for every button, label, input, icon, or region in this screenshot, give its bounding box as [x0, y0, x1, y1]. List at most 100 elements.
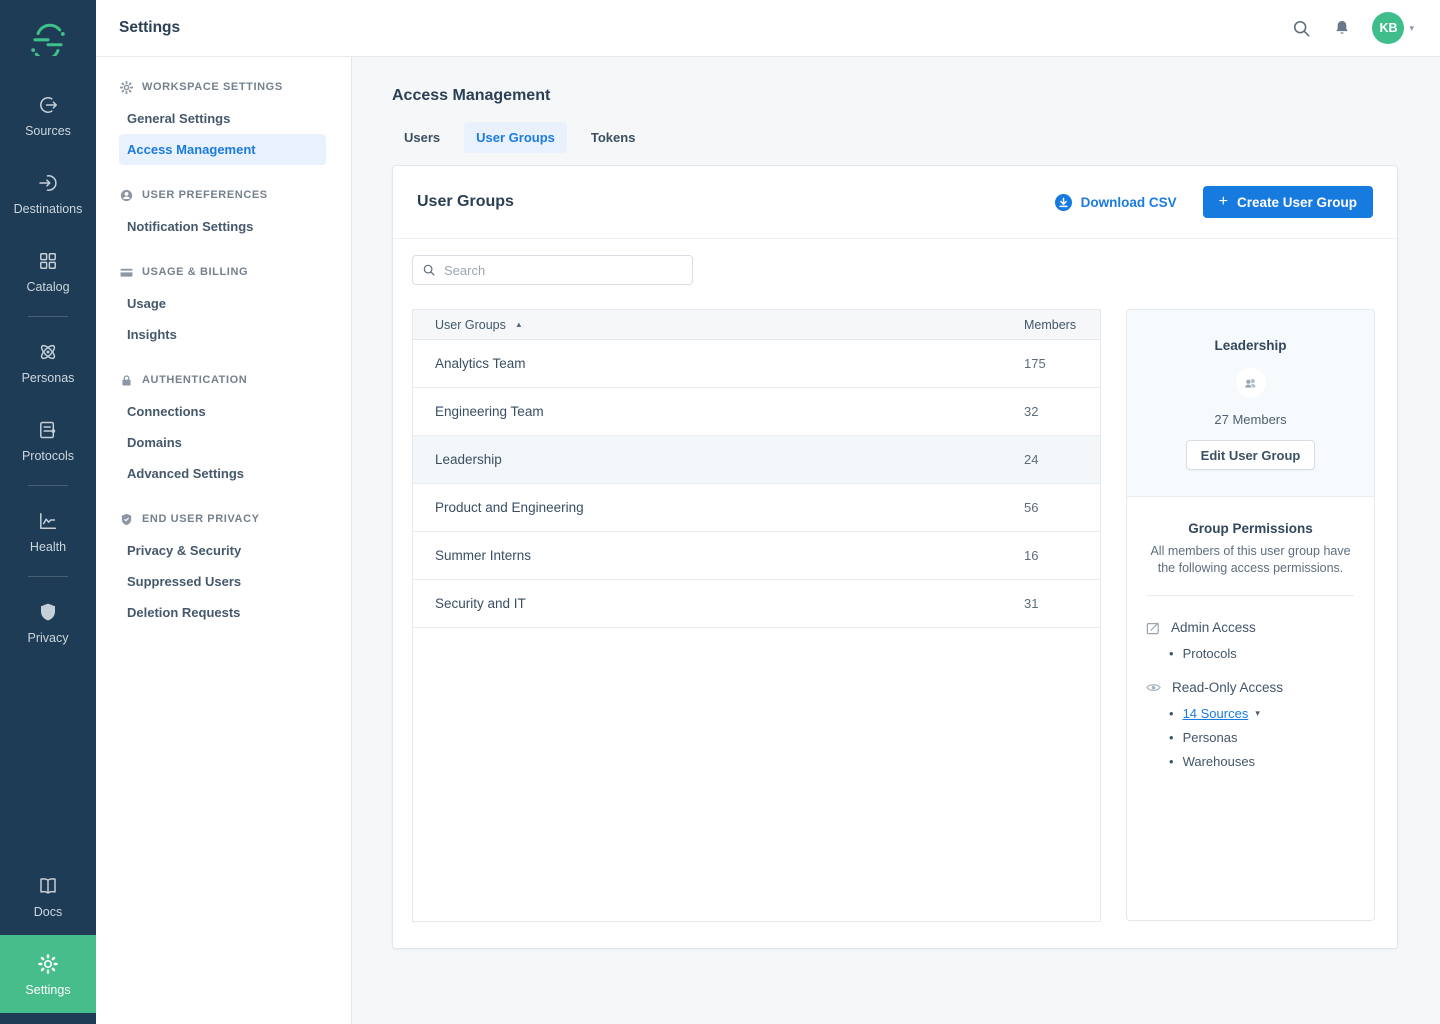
- card-title: User Groups: [417, 193, 514, 211]
- group-member-count: 27 Members: [1143, 412, 1358, 427]
- table-header: User Groups ▲ Members: [413, 310, 1100, 340]
- sidebar-item-personas[interactable]: Personas: [0, 323, 96, 401]
- group-members-icon: [1241, 374, 1260, 393]
- sources-icon: [36, 93, 60, 117]
- create-user-group-button[interactable]: + Create User Group: [1203, 186, 1373, 218]
- account-menu[interactable]: KB ▾: [1372, 12, 1414, 44]
- access-management-tabs: Users User Groups Tokens: [392, 122, 1398, 153]
- table-row[interactable]: Summer Interns 16: [413, 532, 1100, 580]
- table-row[interactable]: Product and Engineering 56: [413, 484, 1100, 532]
- column-header-user-groups[interactable]: User Groups ▲: [435, 318, 1024, 332]
- section-header-usage-billing: Usage & Billing: [96, 262, 351, 282]
- sidebar-divider: [28, 576, 68, 577]
- card-header: User Groups Download CSV: [393, 166, 1397, 239]
- search-icon: [422, 263, 436, 277]
- user-circle-icon: [119, 188, 134, 203]
- avatar[interactable]: KB: [1372, 12, 1404, 44]
- permission-item: Personas: [1169, 730, 1356, 745]
- table-row-selected[interactable]: Leadership 24: [413, 436, 1100, 484]
- sidebar-item-sources[interactable]: Sources: [0, 76, 96, 154]
- sources-count-link[interactable]: 14 Sources: [1183, 706, 1249, 721]
- eye-icon: [1145, 679, 1162, 696]
- table-empty-area: [413, 628, 1100, 921]
- health-icon: [36, 509, 60, 533]
- admin-access-group: Admin Access Protocols: [1145, 620, 1356, 661]
- user-groups-card: User Groups Download CSV: [392, 165, 1398, 949]
- settings-nav-access-management[interactable]: Access Management: [119, 134, 326, 165]
- sidebar-item-destinations[interactable]: Destinations: [0, 154, 96, 232]
- settings-gear-icon: [36, 952, 60, 976]
- permissions-subtitle: All members of this user group have the …: [1145, 543, 1356, 577]
- table-row[interactable]: Engineering Team 32: [413, 388, 1100, 436]
- protocols-icon: [36, 418, 60, 442]
- sidebar-item-label: Docs: [34, 905, 62, 919]
- download-csv-button[interactable]: Download CSV: [1055, 194, 1177, 211]
- user-groups-table: User Groups ▲ Members Analytics Team 175: [412, 309, 1101, 922]
- permission-item-sources: 14 Sources ▾: [1169, 706, 1356, 721]
- sidebar-item-label: Protocols: [22, 449, 74, 463]
- settings-nav-notification-settings[interactable]: Notification Settings: [119, 211, 326, 242]
- privacy-icon: [36, 600, 60, 624]
- sidebar-item-label: Sources: [25, 124, 71, 138]
- settings-nav-suppressed-users[interactable]: Suppressed Users: [119, 566, 326, 597]
- tab-users[interactable]: Users: [392, 122, 452, 153]
- column-header-members[interactable]: Members: [1024, 318, 1078, 332]
- search-field[interactable]: [412, 255, 693, 285]
- notifications-button[interactable]: [1332, 18, 1352, 38]
- divider: [1147, 595, 1354, 596]
- settings-nav-usage[interactable]: Usage: [119, 288, 326, 319]
- primary-sidebar: Sources Destinations Catalog: [0, 0, 96, 1024]
- sidebar-item-label: Destinations: [14, 202, 83, 216]
- settings-nav-insights[interactable]: Insights: [119, 319, 326, 350]
- main-content: Access Management Users User Groups Toke…: [352, 57, 1440, 1024]
- segment-logo[interactable]: [0, 0, 96, 76]
- sidebar-item-catalog[interactable]: Catalog: [0, 232, 96, 310]
- search-button[interactable]: [1291, 18, 1312, 39]
- sort-asc-icon[interactable]: ▲: [515, 320, 523, 329]
- settings-nav-general-settings[interactable]: General Settings: [119, 103, 326, 134]
- settings-nav-advanced-settings[interactable]: Advanced Settings: [119, 458, 326, 489]
- sidebar-divider: [28, 316, 68, 317]
- table-row[interactable]: Analytics Team 175: [413, 340, 1100, 388]
- search-input[interactable]: [444, 263, 683, 278]
- shield-icon: [119, 512, 134, 527]
- chevron-down-icon[interactable]: ▾: [1255, 708, 1260, 719]
- section-header-user-preferences: User Preferences: [96, 185, 351, 205]
- credit-card-icon: [119, 265, 134, 280]
- settings-nav-domains[interactable]: Domains: [119, 427, 326, 458]
- search-icon: [1291, 18, 1312, 39]
- sidebar-item-label: Personas: [22, 371, 75, 385]
- group-avatar: [1236, 368, 1266, 398]
- table-row[interactable]: Security and IT 31: [413, 580, 1100, 628]
- edit-pencil-icon: [1145, 620, 1161, 636]
- section-header-authentication: Authentication: [96, 370, 351, 390]
- bell-icon: [1332, 18, 1352, 38]
- tab-user-groups[interactable]: User Groups: [464, 122, 567, 153]
- sidebar-item-protocols[interactable]: Protocols: [0, 401, 96, 479]
- docs-icon: [36, 874, 60, 898]
- segment-logo-icon: [30, 20, 66, 56]
- admin-access-label: Admin Access: [1171, 620, 1256, 635]
- read-only-access-group: Read-Only Access 14 Sources ▾ Personas: [1145, 679, 1356, 769]
- sidebar-item-health[interactable]: Health: [0, 492, 96, 570]
- destinations-icon: [36, 171, 60, 195]
- page-title: Access Management: [392, 87, 1398, 105]
- chevron-down-icon[interactable]: ▾: [1409, 23, 1414, 34]
- read-only-access-label: Read-Only Access: [1172, 680, 1283, 695]
- sidebar-item-label: Settings: [25, 983, 70, 997]
- sidebar-item-docs[interactable]: Docs: [0, 857, 96, 935]
- tab-tokens[interactable]: Tokens: [579, 122, 648, 153]
- sidebar-item-privacy[interactable]: Privacy: [0, 583, 96, 661]
- permissions-title: Group Permissions: [1145, 521, 1356, 536]
- settings-nav-deletion-requests[interactable]: Deletion Requests: [119, 597, 326, 628]
- sidebar-item-settings[interactable]: Settings: [0, 935, 96, 1013]
- settings-nav-connections[interactable]: Connections: [119, 396, 326, 427]
- settings-sidebar: Workspace Settings General Settings Acce…: [96, 57, 352, 1024]
- plus-icon: +: [1219, 194, 1228, 210]
- edit-user-group-button[interactable]: Edit User Group: [1186, 440, 1316, 470]
- permission-item: Warehouses: [1169, 754, 1356, 769]
- group-summary: Leadership: [1127, 310, 1374, 497]
- permission-item: Protocols: [1169, 646, 1356, 661]
- group-permissions: Group Permissions All members of this us…: [1127, 497, 1374, 811]
- settings-nav-privacy-security[interactable]: Privacy & Security: [119, 535, 326, 566]
